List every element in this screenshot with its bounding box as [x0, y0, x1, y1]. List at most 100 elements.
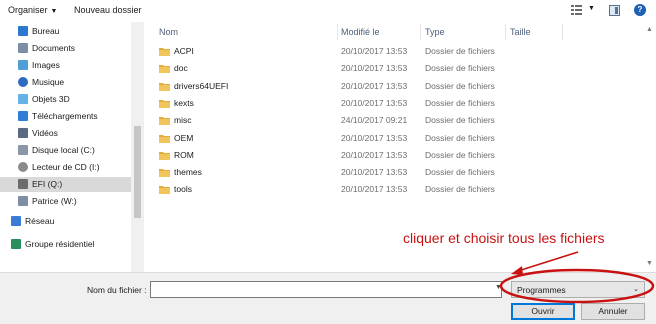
- column-header-name[interactable]: Nom: [159, 27, 178, 37]
- file-type: Dossier de fichiers: [425, 149, 495, 160]
- folder-icon: [159, 65, 170, 74]
- column-divider[interactable]: [420, 24, 421, 40]
- nav-item[interactable]: Patrice (W:): [0, 194, 131, 209]
- organize-button[interactable]: Organiser ▼: [8, 5, 57, 15]
- column-header-size[interactable]: Taille: [510, 27, 531, 37]
- nav-item[interactable]: Documents: [0, 41, 131, 56]
- nav-item-label: Disque local (C:): [32, 145, 95, 155]
- nav-item[interactable]: Bureau: [0, 24, 131, 39]
- column-divider[interactable]: [562, 24, 563, 40]
- file-modified: 20/10/2017 13:53: [341, 149, 408, 160]
- nav-item-label: Documents: [32, 43, 75, 53]
- file-type: Dossier de fichiers: [425, 97, 495, 108]
- new-folder-button[interactable]: Nouveau dossier: [74, 5, 142, 15]
- file-modified: 20/10/2017 13:53: [341, 184, 408, 195]
- file-row[interactable]: tools 20/10/2017 13:53 Dossier de fichiers: [144, 182, 656, 196]
- column-divider[interactable]: [505, 24, 506, 40]
- nav-item-label: Vidéos: [32, 128, 58, 138]
- file-name: OEM: [174, 132, 194, 143]
- scroll-up-icon[interactable]: ▲: [646, 26, 653, 33]
- column-divider[interactable]: [337, 24, 338, 40]
- column-header-type[interactable]: Type: [425, 27, 445, 37]
- file-row[interactable]: doc 20/10/2017 13:53 Dossier de fichiers: [144, 61, 656, 75]
- folder-icon: [159, 48, 170, 56]
- filename-dropdown-icon[interactable]: ▼: [495, 284, 502, 291]
- file-type-value: Programmes: [517, 285, 566, 295]
- music-icon: [18, 77, 28, 87]
- filename-label: Nom du fichier :: [87, 285, 147, 295]
- folder-icon: [159, 151, 170, 160]
- folder-icon: [159, 82, 170, 91]
- nav-item[interactable]: EFI (Q:): [0, 177, 131, 192]
- column-header-modified[interactable]: Modifié le: [341, 27, 380, 37]
- folder-icon: [159, 117, 170, 126]
- preview-pane-icon[interactable]: [609, 5, 620, 16]
- file-name: themes: [174, 167, 202, 178]
- nav-item-label: Objets 3D: [32, 94, 70, 104]
- file-type: Dossier de fichiers: [425, 63, 495, 74]
- nav-item[interactable]: Images: [0, 58, 131, 73]
- file-row[interactable]: themes 20/10/2017 13:53 Dossier de fichier…: [144, 165, 656, 179]
- file-type: Dossier de fichiers: [425, 167, 495, 178]
- file-row[interactable]: misc 24/10/2017 09:21 Dossier de fichiers: [144, 113, 656, 127]
- nav-item[interactable]: Groupe résidentiel: [0, 237, 131, 252]
- drive-icon: [18, 145, 28, 155]
- nav-item[interactable]: Objets 3D: [0, 92, 131, 107]
- documents-icon: [18, 43, 28, 53]
- folder-icon: [159, 186, 170, 195]
- nav-item-label: Musique: [32, 77, 65, 87]
- nav-item[interactable]: Téléchargements: [0, 109, 131, 124]
- file-name: kexts: [174, 97, 194, 108]
- file-name: drivers64UEFI: [174, 80, 229, 91]
- dialog-footer: Nom du fichier : ▼ Programmes ⌄ Ouvrir A…: [0, 272, 656, 324]
- file-modified: 20/10/2017 13:53: [341, 97, 408, 108]
- navigation-pane: Bureau Documents Images Musique Objets 3D Tél…: [0, 22, 131, 272]
- chevron-down-icon: ⌄: [633, 286, 639, 293]
- file-type: Dossier de fichiers: [425, 115, 495, 126]
- network-drive-icon: [18, 196, 28, 206]
- file-type-select[interactable]: Programmes ⌄: [511, 281, 645, 298]
- nav-item[interactable]: Disque local (C:): [0, 143, 131, 158]
- nav-item-label: Groupe résidentiel: [25, 239, 95, 249]
- folder-icon: [159, 169, 170, 178]
- file-row[interactable]: ROM 20/10/2017 13:53 Dossier de fichiers: [144, 148, 656, 162]
- nav-item[interactable]: Musique: [0, 75, 131, 90]
- filename-input[interactable]: [150, 281, 502, 298]
- navigation-scrollbar[interactable]: [131, 22, 144, 272]
- cancel-button[interactable]: Annuler: [581, 303, 645, 320]
- file-row[interactable]: kexts 20/10/2017 13:53 Dossier de fichiers: [144, 96, 656, 110]
- nav-item-label: Images: [32, 60, 60, 70]
- cube-icon: [18, 94, 28, 104]
- nav-item-label: Réseau: [25, 216, 55, 226]
- nav-item-label: Lecteur de CD (I:): [32, 162, 100, 172]
- homegroup-icon: [11, 239, 21, 249]
- download-icon: [18, 111, 28, 121]
- file-modified: 20/10/2017 13:53: [341, 63, 408, 74]
- folder-icon: [159, 99, 170, 108]
- toolbar: Organiser ▼ Nouveau dossier ▼ ?: [0, 0, 656, 22]
- file-modified: 20/10/2017 13:53: [341, 167, 408, 178]
- file-row[interactable]: OEM 20/10/2017 13:53 Dossier de fichiers: [144, 131, 656, 145]
- file-type: Dossier de fichiers: [425, 80, 495, 91]
- file-type: Dossier de fichiers: [425, 46, 495, 56]
- scroll-down-icon[interactable]: ▼: [646, 260, 653, 267]
- nav-item[interactable]: Vidéos: [0, 126, 131, 141]
- open-button[interactable]: Ouvrir: [511, 303, 575, 320]
- file-list-scrollbar[interactable]: ▲ ▼: [643, 22, 656, 272]
- file-type: Dossier de fichiers: [425, 132, 495, 143]
- file-row[interactable]: ACPI 20/10/2017 13:53 Dossier de fichiers: [144, 44, 656, 58]
- file-name: misc: [174, 115, 192, 126]
- view-options-caret-icon[interactable]: ▼: [588, 5, 595, 12]
- navigation-scrollbar-thumb[interactable]: [134, 126, 141, 218]
- file-modified: 20/10/2017 13:53: [341, 80, 408, 91]
- new-folder-label: Nouveau dossier: [74, 5, 142, 15]
- nav-item[interactable]: Réseau: [0, 214, 131, 229]
- file-modified: 20/10/2017 13:53: [341, 46, 408, 56]
- file-row[interactable]: drivers64UEFI 20/10/2017 13:53 Dossier de …: [144, 79, 656, 93]
- file-name: ACPI: [174, 46, 194, 56]
- view-options-icon[interactable]: [571, 5, 582, 15]
- help-icon[interactable]: ?: [634, 4, 646, 16]
- annotation-text: cliquer et choisir tous les fichiers: [403, 230, 605, 246]
- organize-label: Organiser: [8, 5, 48, 15]
- nav-item[interactable]: Lecteur de CD (I:): [0, 160, 131, 175]
